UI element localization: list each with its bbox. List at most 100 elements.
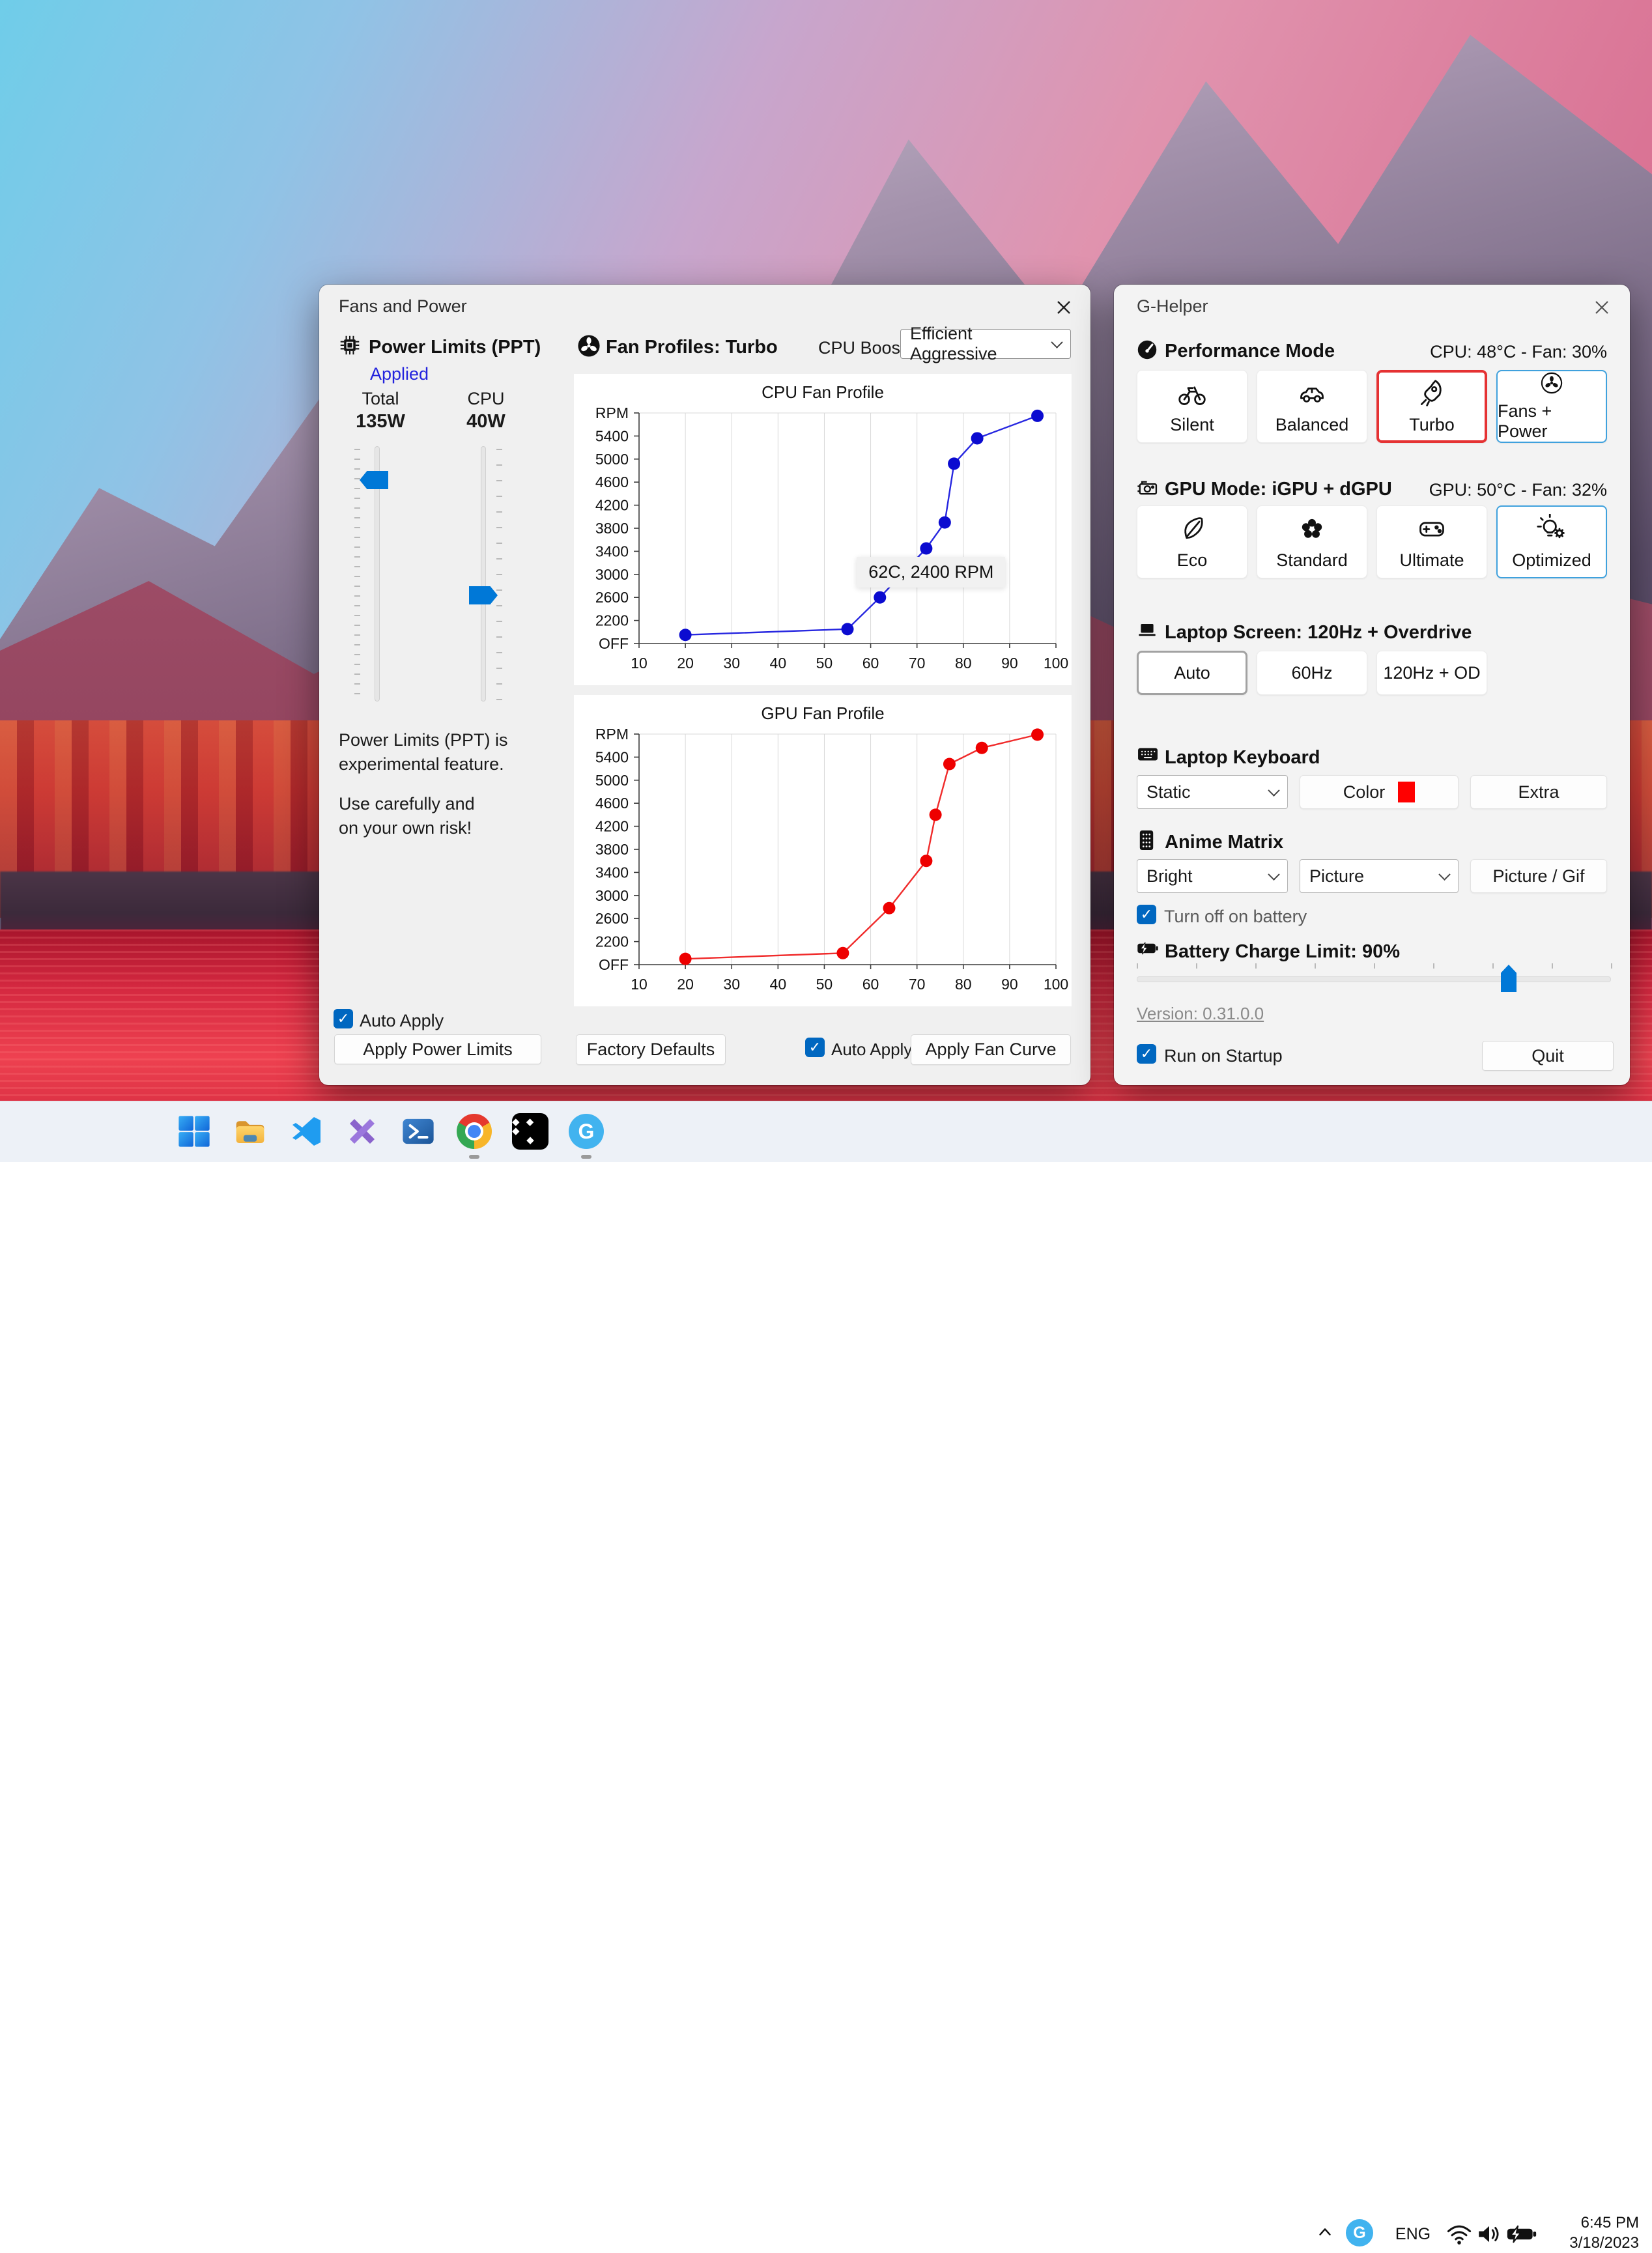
apply-power-limits-button[interactable]: Apply Power Limits: [334, 1034, 541, 1064]
gpu-card-icon: [1137, 477, 1159, 500]
turn-off-on-battery-checkbox[interactable]: ✓: [1137, 905, 1156, 924]
tidal-diamonds: ◆ ◆ ◆: [512, 1118, 548, 1136]
gamepad-icon: [1417, 514, 1447, 544]
chevron-down-icon: [1051, 336, 1062, 348]
g-helper-tray-icon[interactable]: G: [1346, 2219, 1373, 2246]
powershell-icon[interactable]: [397, 1111, 439, 1152]
svg-text:10: 10: [631, 976, 648, 993]
mode-button-label: Balanced: [1275, 415, 1349, 435]
start-button[interactable]: [173, 1111, 215, 1152]
cpu-slider-handle[interactable]: [469, 586, 498, 604]
close-icon[interactable]: [1591, 296, 1613, 319]
gpu-button-optimized[interactable]: Optimized: [1496, 505, 1607, 578]
gpu-button-standard[interactable]: Standard: [1257, 505, 1367, 578]
chevron-down-icon: [1268, 868, 1279, 880]
auto-apply-fan-label: Auto Apply: [831, 1040, 912, 1060]
mode-button-silent[interactable]: Silent: [1137, 370, 1247, 443]
file-explorer-icon[interactable]: [229, 1111, 271, 1152]
ppt-warning-line2: on your own risk!: [339, 818, 472, 838]
keyboard-extra-button[interactable]: Extra: [1470, 775, 1607, 809]
total-slider-handle[interactable]: [360, 471, 388, 489]
gpu-fan-curve-plot[interactable]: 102030405060708090100OFF2200260030003400…: [574, 725, 1072, 1006]
ppt-warning-line1: Use carefully and: [339, 794, 475, 814]
cpu-fan-chart-card: CPU Fan Profile 102030405060708090100OFF…: [574, 374, 1072, 685]
cpu-slider-track[interactable]: [481, 446, 486, 701]
wifi-icon[interactable]: [1444, 2220, 1475, 2248]
tray-clock[interactable]: 6:45 PM 3/18/2023: [1535, 2213, 1639, 2253]
visual-studio-icon[interactable]: [341, 1111, 383, 1152]
svg-text:4200: 4200: [595, 818, 629, 835]
gpu-button-label: Eco: [1177, 550, 1208, 571]
power-limits-header: Power Limits (PPT): [369, 337, 541, 358]
mode-button-turbo[interactable]: Turbo: [1376, 370, 1487, 443]
windows-logo-icon: [177, 1114, 211, 1148]
battery-slider-track[interactable]: [1137, 976, 1611, 982]
svg-text:30: 30: [723, 976, 740, 993]
laptop-icon: [1137, 619, 1158, 640]
chrome-icon[interactable]: [453, 1111, 495, 1152]
run-on-startup-checkbox[interactable]: ✓: [1137, 1044, 1156, 1064]
svg-text:RPM: RPM: [595, 726, 629, 743]
svg-text:90: 90: [1001, 655, 1018, 672]
fan-curve-tooltip: 62C, 2400 RPM: [857, 557, 1005, 588]
cpu-slider-ticks: [496, 449, 502, 700]
svg-text:3400: 3400: [595, 864, 629, 881]
taskbar: ◆ ◆ ◆ ◆ G G ENG 6:45 PM 3/18/2: [0, 1101, 1652, 1162]
tray-time: 6:45 PM: [1535, 2213, 1639, 2233]
mode-button-balanced[interactable]: Balanced: [1257, 370, 1367, 443]
matrix-icon: [1137, 829, 1156, 851]
matrix-brightness-select[interactable]: Bright: [1137, 859, 1288, 893]
total-value: 135W: [344, 411, 417, 432]
mode-button-fans-power[interactable]: Fans + Power: [1496, 370, 1607, 443]
tidal-diamond: ◆: [526, 1136, 534, 1145]
cpu-temp-status: CPU: 48°C - Fan: 30%: [1392, 342, 1607, 362]
fan-power-icon: [1537, 371, 1567, 395]
gpu-button-ultimate[interactable]: Ultimate: [1376, 505, 1487, 578]
g-helper-taskbar-icon[interactable]: G: [565, 1111, 607, 1152]
quit-button[interactable]: Quit: [1482, 1041, 1614, 1071]
matrix-picture-gif-button[interactable]: Picture / Gif: [1470, 859, 1607, 893]
screen-button-120hz-od[interactable]: 120Hz + OD: [1376, 651, 1487, 695]
screen-button-auto[interactable]: Auto: [1137, 651, 1247, 695]
gpu-button-eco[interactable]: Eco: [1137, 505, 1247, 578]
g-helper-logo: G: [569, 1114, 604, 1149]
apply-fan-curve-button[interactable]: Apply Fan Curve: [911, 1034, 1071, 1065]
auto-apply-power-checkbox[interactable]: ✓: [334, 1009, 353, 1028]
matrix-brightness-value: Bright: [1146, 866, 1270, 886]
chevron-down-icon: [1438, 868, 1450, 880]
fans-and-power-window: Fans and Power Power Limits (PPT) Applie…: [319, 285, 1090, 1085]
svg-text:3800: 3800: [595, 520, 629, 537]
svg-text:90: 90: [1001, 976, 1018, 993]
factory-defaults-button[interactable]: Factory Defaults: [576, 1034, 726, 1065]
tidal-icon[interactable]: ◆ ◆ ◆ ◆: [509, 1111, 551, 1152]
tray-language[interactable]: ENG: [1390, 2223, 1436, 2245]
close-icon[interactable]: [1053, 296, 1075, 319]
bulb-gear-icon: [1537, 514, 1567, 544]
applied-link[interactable]: Applied: [370, 364, 429, 384]
cpu-boost-select[interactable]: Efficient Aggressive: [900, 329, 1071, 359]
svg-text:40: 40: [770, 655, 787, 672]
keyboard-color-button[interactable]: Color: [1300, 775, 1459, 809]
volume-icon[interactable]: [1474, 2220, 1505, 2248]
performance-mode-header: Performance Mode: [1165, 341, 1335, 362]
g-helper-running-indicator: [581, 1155, 591, 1159]
bicycle-icon: [1177, 378, 1207, 408]
check-icon: ✓: [809, 1039, 821, 1056]
cpu-fan-curve-plot[interactable]: 102030405060708090100OFF2200260030003400…: [574, 404, 1072, 685]
tray-chevron-up-icon[interactable]: [1311, 2218, 1339, 2246]
auto-apply-fan-checkbox[interactable]: ✓: [805, 1038, 825, 1057]
battery-slider-handle[interactable]: [1501, 965, 1517, 992]
version-link[interactable]: Version: 0.31.0.0: [1137, 1004, 1264, 1024]
matrix-mode-select[interactable]: Picture: [1300, 859, 1459, 893]
ppt-note-line1: Power Limits (PPT) is: [339, 730, 508, 750]
vscode-icon[interactable]: [285, 1111, 327, 1152]
window-title: Fans and Power: [339, 296, 467, 317]
keyboard-mode-select[interactable]: Static: [1137, 775, 1288, 809]
battery-slider-ticks: [1137, 963, 1612, 969]
battery-bolt-icon: [1137, 940, 1159, 957]
screen-button-60hz[interactable]: 60Hz: [1257, 651, 1367, 695]
svg-text:60: 60: [862, 976, 879, 993]
svg-text:50: 50: [816, 976, 833, 993]
svg-text:60: 60: [862, 655, 879, 672]
svg-text:RPM: RPM: [595, 404, 629, 421]
